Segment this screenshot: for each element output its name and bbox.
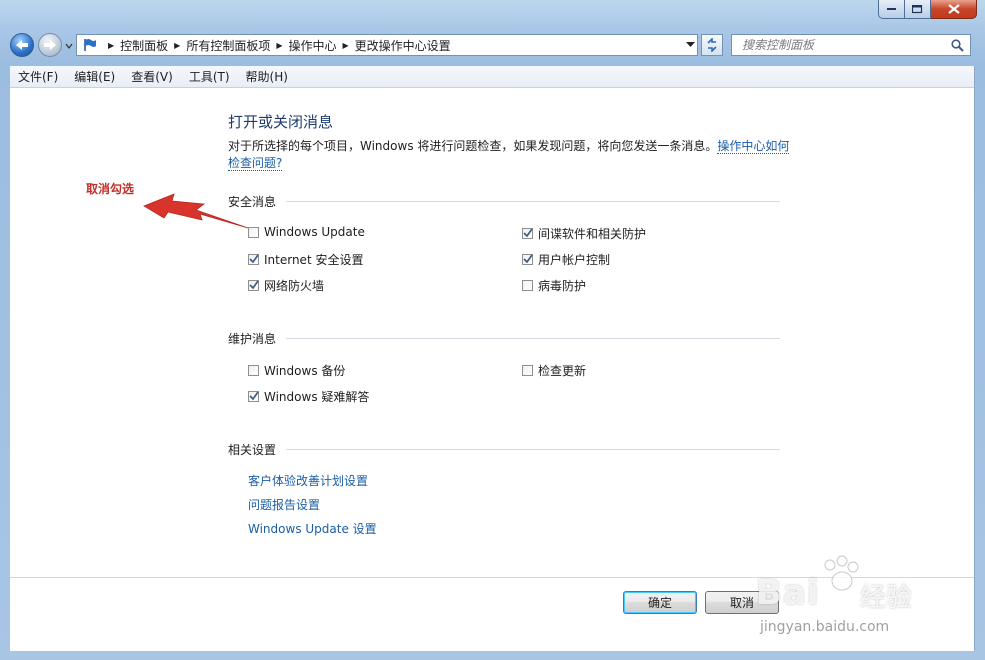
arrow-left-icon: [16, 40, 28, 50]
checkbox-unchecked-icon[interactable]: [522, 365, 533, 376]
maximize-button[interactable]: [905, 0, 931, 19]
checkbox-checked-icon[interactable]: [248, 391, 259, 402]
watermark-url: jingyan.baidu.com: [760, 619, 890, 635]
checkbox-checked-icon[interactable]: [248, 280, 259, 291]
checkbox-label: 检查更新: [538, 364, 587, 378]
breadcrumb-separator-icon[interactable]: ▶: [276, 41, 282, 50]
menu-file[interactable]: 文件(F): [10, 68, 66, 85]
checkbox-network-firewall[interactable]: 网络防火墙: [248, 277, 324, 294]
watermark-brand-cn: 经验: [860, 583, 913, 613]
breadcrumb-separator-icon[interactable]: ▶: [343, 41, 349, 50]
baidu-watermark: Bai 经验 jingyan.baidu.com: [742, 555, 942, 645]
arrow-right-icon: [44, 40, 56, 50]
close-icon: [947, 4, 960, 14]
caption-buttons: [878, 0, 977, 20]
ceip-settings-link[interactable]: 客户体验改善计划设置: [248, 472, 368, 489]
checkbox-label: 病毒防护: [538, 279, 587, 293]
checkbox-spyware-protection[interactable]: 间谍软件和相关防护: [522, 225, 646, 242]
checkbox-checked-icon[interactable]: [248, 254, 259, 265]
paw-logo-icon: [824, 555, 859, 591]
windows-update-settings-link[interactable]: Windows Update 设置: [248, 520, 377, 537]
menu-edit[interactable]: 编辑(E): [66, 68, 123, 85]
checkbox-unchecked-icon[interactable]: [248, 226, 259, 238]
security-section-label: 安全消息: [228, 195, 277, 209]
security-section-header: 安全消息: [228, 193, 780, 210]
checkbox-user-account-control[interactable]: 用户帐户控制: [522, 251, 610, 268]
checkbox-unchecked-icon[interactable]: [248, 365, 259, 376]
checkbox-label: 网络防火墙: [264, 279, 325, 293]
address-dropdown-icon[interactable]: [683, 42, 697, 48]
breadcrumb-all-items[interactable]: 所有控制面板项: [186, 37, 270, 54]
close-button[interactable]: [931, 0, 977, 19]
checkbox-check-updates[interactable]: 检查更新: [522, 362, 586, 379]
checkbox-unchecked-icon[interactable]: [522, 280, 533, 291]
refresh-icon: [707, 38, 717, 52]
breadcrumb-control-panel[interactable]: 控制面板: [120, 37, 168, 54]
refresh-button[interactable]: [701, 34, 723, 56]
related-section-label: 相关设置: [228, 443, 277, 457]
checkbox-label: Internet 安全设置: [264, 253, 364, 267]
checkbox-virus-protection[interactable]: 病毒防护: [522, 277, 586, 294]
checkbox-windows-troubleshooting[interactable]: Windows 疑难解答: [248, 388, 369, 405]
description-text: 对于所选择的每个项目，Windows 将进行问题检查，如果发现问题，将向您发送一…: [228, 139, 718, 153]
back-button[interactable]: [10, 33, 34, 57]
breadcrumb: ▶ 控制面板 ▶ 所有控制面板项 ▶ 操作中心 ▶ 更改操作中心设置: [102, 37, 451, 54]
maximize-icon: [912, 4, 923, 13]
minimize-button[interactable]: [878, 0, 905, 19]
window-right-edge: [974, 66, 975, 651]
menu-view[interactable]: 查看(V): [123, 68, 181, 85]
search-input[interactable]: [740, 37, 951, 53]
control-panel-flag-icon: [82, 38, 98, 52]
breadcrumb-separator-icon[interactable]: ▶: [108, 41, 114, 50]
maintenance-section-header: 维护消息: [228, 330, 780, 347]
menu-bar: 文件(F) 编辑(E) 查看(V) 工具(T) 帮助(H): [10, 66, 974, 88]
section-divider: [286, 201, 780, 202]
breadcrumb-separator-icon[interactable]: ▶: [174, 41, 180, 50]
checkbox-internet-security[interactable]: Internet 安全设置: [248, 251, 363, 268]
annotation-label: 取消勾选: [86, 182, 135, 196]
menu-tools[interactable]: 工具(T): [181, 68, 238, 85]
checkbox-checked-icon[interactable]: [522, 254, 533, 265]
checkbox-label: Windows 备份: [264, 364, 346, 378]
problem-reporting-settings-link[interactable]: 问题报告设置: [248, 496, 320, 513]
recent-pages-chevron-icon[interactable]: [65, 42, 73, 50]
search-icon[interactable]: [951, 38, 964, 52]
checkbox-label: Windows Update: [264, 225, 365, 239]
section-divider: [286, 338, 780, 339]
breadcrumb-action-center[interactable]: 操作中心: [289, 37, 337, 54]
navigation-buttons: [10, 33, 73, 59]
breadcrumb-current-page[interactable]: 更改操作中心设置: [355, 37, 451, 54]
page-description: 对于所选择的每个项目，Windows 将进行问题检查，如果发现问题，将向您发送一…: [228, 138, 793, 172]
checkbox-windows-update[interactable]: Windows Update: [248, 225, 365, 239]
search-box: [731, 34, 971, 56]
watermark-brand: Bai: [756, 573, 820, 613]
checkbox-checked-icon[interactable]: [522, 228, 533, 239]
checkbox-label: 间谍软件和相关防护: [538, 227, 647, 241]
address-bar[interactable]: ▶ 控制面板 ▶ 所有控制面板项 ▶ 操作中心 ▶ 更改操作中心设置: [76, 34, 698, 56]
checkbox-windows-backup[interactable]: Windows 备份: [248, 362, 345, 379]
checkbox-label: 用户帐户控制: [538, 253, 611, 267]
page-title: 打开或关闭消息: [228, 113, 334, 131]
menu-help[interactable]: 帮助(H): [238, 68, 296, 85]
ok-button[interactable]: 确定: [623, 591, 697, 614]
maintenance-section-label: 维护消息: [228, 332, 277, 346]
checkbox-label: Windows 疑难解答: [264, 390, 370, 404]
minimize-icon: [886, 8, 896, 10]
section-divider: [286, 449, 780, 450]
window-frame: ▶ 控制面板 ▶ 所有控制面板项 ▶ 操作中心 ▶ 更改操作中心设置 文件(F)…: [0, 0, 985, 660]
forward-button[interactable]: [38, 33, 62, 57]
related-section-header: 相关设置: [228, 441, 780, 458]
